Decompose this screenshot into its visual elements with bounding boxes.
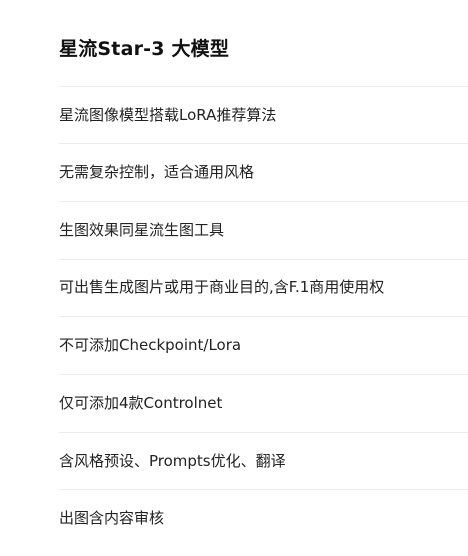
divider xyxy=(59,432,468,433)
divider xyxy=(59,201,468,202)
divider xyxy=(59,143,468,144)
feature-item-no-complex-control: 无需复杂控制，适合通用风格 xyxy=(59,163,255,181)
plan-title: 星流Star-3 大模型 xyxy=(59,38,230,60)
feature-item-lora-recommendation: 星流图像模型搭载LoRA推荐算法 xyxy=(59,106,277,124)
divider xyxy=(59,86,468,87)
plan-card: 星流Star-3 大模型 星流图像模型搭载LoRA推荐算法 无需复杂控制，适合通… xyxy=(0,0,468,556)
divider xyxy=(59,316,468,317)
divider xyxy=(59,489,468,490)
feature-item-style-presets: 含风格预设、Prompts优化、翻译 xyxy=(59,452,286,470)
feature-item-no-checkpoint-lora: 不可添加Checkpoint/Lora xyxy=(59,336,242,354)
divider xyxy=(59,374,468,375)
feature-item-content-review: 出图含内容审核 xyxy=(59,509,165,527)
feature-item-commercial-use: 可出售生成图片或用于商业目的,含F.1商用使用权 xyxy=(59,278,385,296)
feature-item-controlnet-limit: 仅可添加4款Controlnet xyxy=(59,394,223,412)
feature-item-same-effect: 生图效果同星流生图工具 xyxy=(59,221,225,239)
divider xyxy=(59,259,468,260)
